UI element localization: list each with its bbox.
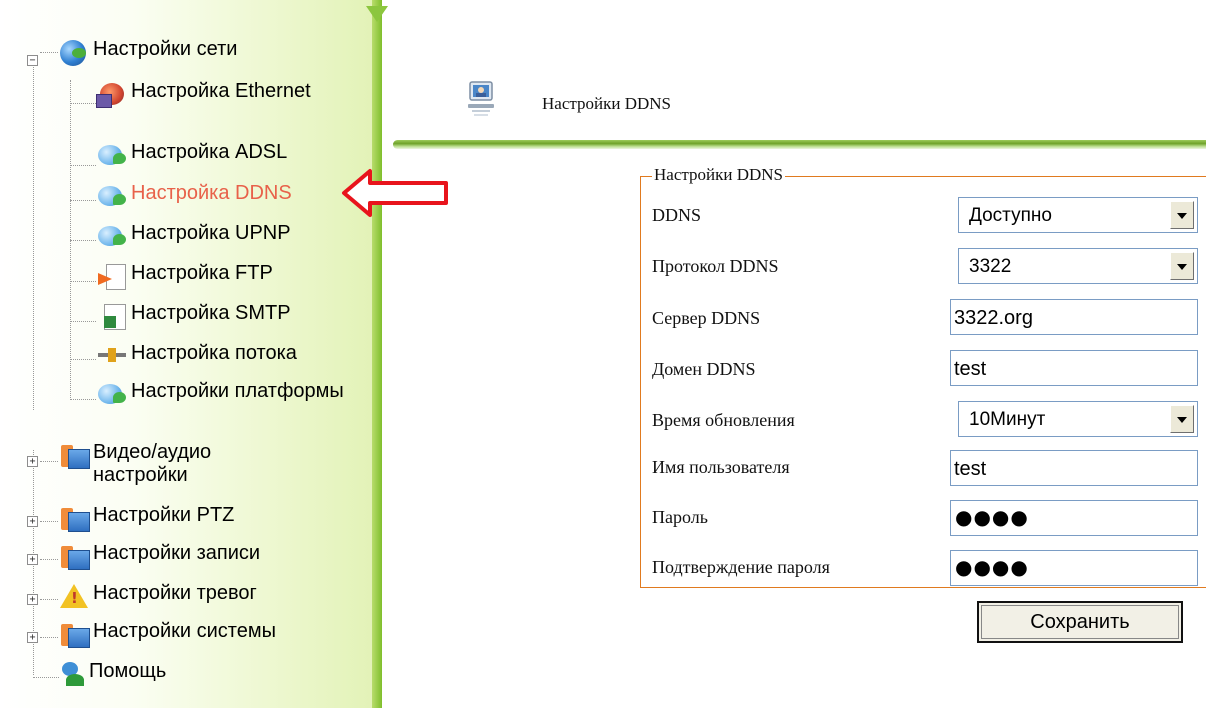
sidebar-item-label: Настройки PTZ	[93, 504, 235, 526]
sidebar-item-label: Настройка потока	[131, 342, 297, 364]
tree-line	[70, 240, 96, 241]
globe-icon	[58, 38, 92, 66]
tree-line	[70, 359, 96, 360]
annotation-arrow-icon	[342, 169, 448, 217]
sidebar-item-label: Видео/аудио настройки	[93, 441, 212, 486]
sidebar-item-ftp[interactable]: Настройка FTP	[96, 262, 356, 290]
sidebar-item-stream[interactable]: Настройка потока	[96, 342, 356, 370]
chevron-down-icon[interactable]	[1170, 252, 1194, 280]
folder-icon	[58, 504, 92, 532]
pipe-icon	[96, 342, 130, 370]
tree-line	[33, 677, 59, 678]
server-label: Сервер DDNS	[652, 308, 761, 328]
server-input[interactable]	[950, 299, 1198, 335]
password-input[interactable]: ●●●●	[950, 500, 1198, 536]
tree-line	[70, 165, 96, 166]
update-interval-select[interactable]: 10Минут	[958, 401, 1198, 437]
ddns-select-value: Доступно	[969, 205, 1052, 226]
tree-line	[40, 559, 58, 560]
sidebar-border	[372, 0, 382, 708]
tree-line	[70, 200, 96, 201]
sidebar-item-label: Настройки системы	[93, 620, 276, 642]
update-interval-label: Время обновления	[652, 410, 795, 430]
expand-toggle-video-audio[interactable]: +	[27, 456, 38, 467]
ftp-icon	[96, 262, 130, 290]
password-mask: ●●●●	[955, 505, 1029, 529]
expand-toggle-system[interactable]: +	[27, 632, 38, 643]
update-interval-select-value: 10Минут	[969, 409, 1046, 430]
tree-line	[40, 521, 58, 522]
help-icon	[58, 660, 88, 686]
sidebar-item-label: Настройки записи	[93, 542, 261, 564]
sidebar-item-label: Настройка FTP	[131, 262, 273, 284]
tree-line	[40, 637, 58, 638]
warning-icon	[58, 582, 92, 610]
sidebar-item-adsl[interactable]: Настройка ADSL	[96, 141, 356, 169]
tree-line	[70, 103, 96, 104]
protocol-select-value: 3322	[969, 256, 1012, 277]
network-bubble-icon	[96, 380, 130, 408]
sidebar-item-label: Настройка UPNP	[131, 222, 291, 244]
save-button[interactable]: Сохранить	[977, 601, 1183, 643]
domain-label: Домен DDNS	[652, 359, 756, 379]
folder-icon	[58, 441, 92, 469]
sidebar-item-help[interactable]: Помощь	[58, 660, 167, 686]
navigation-tree: − + + + + + Настройки сети Настройка Eth…	[0, 0, 372, 708]
username-label: Имя пользователя	[652, 457, 790, 477]
collapse-toggle-network-settings[interactable]: −	[27, 55, 38, 66]
tree-line	[40, 461, 58, 462]
network-bubble-icon	[96, 222, 130, 250]
sidebar-item-system[interactable]: Настройки системы	[58, 620, 276, 648]
network-settings-icon	[468, 81, 494, 116]
network-bubble-icon	[96, 141, 130, 169]
expand-toggle-ptz[interactable]: +	[27, 516, 38, 527]
sidebar-item-label: Настройка Ethernet	[131, 80, 311, 102]
domain-input[interactable]	[950, 350, 1198, 386]
password-label: Пароль	[652, 507, 708, 527]
sidebar-item-ptz[interactable]: Настройки PTZ	[58, 504, 234, 532]
sidebar-item-network-settings[interactable]: Настройки сети	[58, 38, 237, 66]
page-title: Настройки DDNS	[542, 94, 671, 113]
sidebar-item-recording[interactable]: Настройки записи	[58, 542, 260, 570]
ddns-label: DDNS	[652, 205, 702, 225]
tree-line	[40, 599, 58, 600]
chevron-down-icon[interactable]	[1170, 405, 1194, 433]
chevron-down-icon[interactable]	[1170, 201, 1194, 229]
sidebar-item-label: Настройка SMTP	[131, 302, 291, 324]
username-input[interactable]	[950, 450, 1198, 486]
ethernet-icon	[96, 80, 130, 108]
sidebar-item-label: Настройка DDNS	[131, 182, 292, 204]
sidebar-item-alarms[interactable]: Настройки тревог	[58, 582, 257, 610]
folder-icon	[58, 542, 92, 570]
sidebar-item-smtp[interactable]: Настройка SMTP	[96, 302, 356, 330]
folder-icon	[58, 620, 92, 648]
sidebar-item-label: Настройки тревог	[93, 582, 257, 604]
confirm-password-mask: ●●●●	[955, 555, 1029, 579]
network-bubble-icon	[96, 182, 130, 210]
tree-line	[70, 281, 96, 282]
sidebar-item-label: Настройка ADSL	[131, 141, 288, 163]
protocol-label: Протокол DDNS	[652, 256, 779, 276]
expand-toggle-recording[interactable]: +	[27, 554, 38, 565]
confirm-password-input[interactable]: ●●●●	[950, 550, 1198, 586]
sidebar-item-ddns[interactable]: Настройка DDNS	[96, 182, 356, 210]
protocol-select[interactable]: 3322	[958, 248, 1198, 284]
fieldset-legend: Настройки DDNS	[652, 165, 785, 185]
sidebar-item-ethernet[interactable]: Настройка Ethernet	[96, 80, 356, 108]
header-divider	[393, 140, 1206, 149]
sidebar-item-label: Помощь	[89, 660, 167, 682]
sidebar-item-label: Настройки сети	[93, 38, 238, 60]
sidebar-item-video-audio[interactable]: Видео/аудио настройки	[58, 441, 253, 487]
sidebar-item-label: Настройки платформы	[131, 380, 344, 402]
expand-toggle-alarms[interactable]: +	[27, 594, 38, 605]
tree-line	[40, 52, 58, 53]
sidebar-item-platform[interactable]: Настройки платформы	[96, 380, 356, 408]
tree-line	[70, 399, 96, 400]
ddns-select[interactable]: Доступно	[958, 197, 1198, 233]
smtp-icon	[96, 302, 130, 330]
confirm-password-label: Подтверждение пароля	[652, 557, 830, 577]
tree-line	[33, 60, 34, 410]
tree-line	[70, 321, 96, 322]
sidebar-item-upnp[interactable]: Настройка UPNP	[96, 222, 356, 250]
